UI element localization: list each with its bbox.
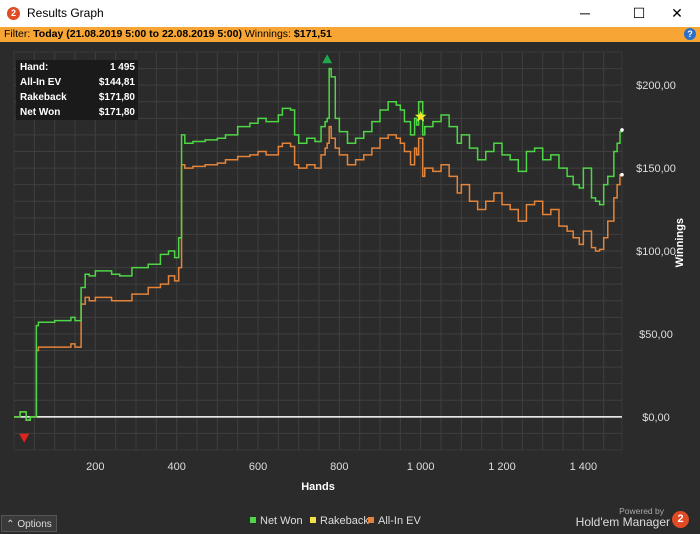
x-tick-label: 800	[330, 461, 348, 473]
stat-row-allin-ev: All-In EV $144,81	[16, 75, 138, 90]
title-bar: 2 Results Graph ─ ☐ ✕	[0, 0, 700, 27]
x-tick-label: 400	[167, 461, 185, 473]
legend-swatch	[250, 517, 256, 524]
hm2-logo-icon: 2	[7, 7, 20, 20]
stat-value: 1 495	[109, 62, 135, 73]
x-tick-label: 600	[249, 461, 267, 473]
stat-row-hand: Hand: 1 495	[16, 60, 138, 75]
x-tick-label: 1 000	[407, 461, 435, 473]
winnings-label: Winnings:	[244, 28, 291, 40]
stat-key: Hand:	[20, 62, 49, 73]
legend-item-all-in-ev[interactable]: All-In EV	[368, 515, 421, 527]
x-tick-label: 1 400	[570, 461, 598, 473]
stat-key: Net Won	[20, 107, 61, 118]
stat-row-net-won: Net Won $171,80	[16, 105, 138, 120]
x-axis-label: Hands	[301, 481, 335, 493]
help-icon[interactable]: ?	[684, 28, 696, 40]
stat-value: $171,80	[98, 92, 135, 103]
y-tick-label: $50,00	[639, 329, 673, 341]
stat-value: $171,80	[98, 107, 135, 118]
y-tick-label: $100,00	[636, 246, 676, 258]
x-tick-label: 1 200	[488, 461, 516, 473]
stat-value: $144,81	[98, 77, 135, 88]
legend-swatch	[310, 517, 316, 524]
filter-label: Filter:	[4, 28, 31, 40]
y-tick-labels: $0,00 $50,00 $100,00 $150,00 $200,00	[636, 80, 676, 424]
series-end-dot	[620, 172, 624, 177]
series-end-dot	[620, 128, 624, 132]
y-tick-label: $150,00	[636, 163, 676, 175]
window-title: Results Graph	[27, 6, 104, 20]
legend-item-net-won[interactable]: Net Won	[250, 515, 303, 527]
minimize-button[interactable]: ─	[562, 0, 608, 27]
winnings-value: $171,51	[293, 28, 332, 40]
filter-value: Today (21.08.2019 5:00 to 22.08.2019 5:0…	[33, 28, 242, 40]
x-tick-labels: 200 400 600 800 1 000 1 200 1 400	[86, 461, 597, 473]
legend-swatch	[368, 517, 374, 524]
close-button[interactable]: ✕	[654, 0, 700, 27]
stats-box: Hand: 1 495 All-In EV $144,81 Rakeback $171…	[16, 60, 138, 120]
legend-label: All-In EV	[378, 515, 421, 527]
legend-item-rakeback[interactable]: Rakeback	[310, 515, 369, 527]
filter-summary: Filter: Today (21.08.2019 5:00 to 22.08.…	[4, 27, 332, 42]
stat-row-rakeback: Rakeback $171,80	[16, 90, 138, 105]
legend-label: Rakeback	[320, 515, 369, 527]
hm2-brand-logo-icon: 2	[672, 511, 689, 528]
filter-bar[interactable]: Filter: Today (21.08.2019 5:00 to 22.08.…	[0, 27, 700, 42]
stat-key: All-In EV	[20, 77, 62, 88]
brand-name: Hold'em Manager	[575, 515, 670, 529]
stat-key: Rakeback	[20, 92, 67, 103]
y-tick-label: $0,00	[642, 412, 670, 424]
y-tick-label: $200,00	[636, 80, 676, 92]
legend-label: Net Won	[260, 515, 303, 527]
y-axis-label: Winnings	[674, 218, 686, 267]
x-tick-label: 200	[86, 461, 104, 473]
